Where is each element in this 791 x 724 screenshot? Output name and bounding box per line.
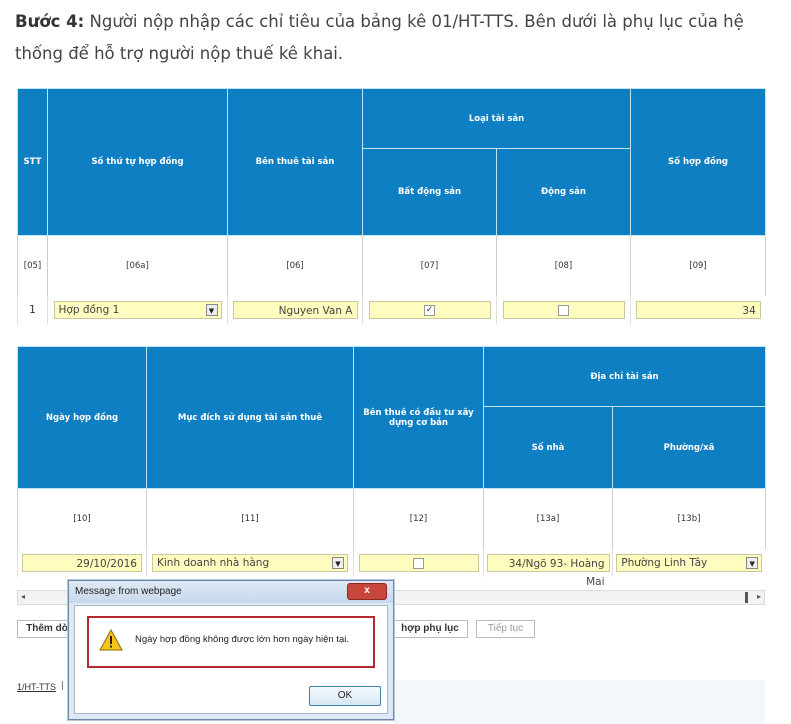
movable-checkbox-cell (502, 300, 625, 319)
chevron-down-icon[interactable]: ▼ (332, 556, 344, 569)
next-button[interactable]: Tiếp tục (476, 620, 535, 638)
warning-icon (99, 629, 123, 651)
appendix-button[interactable]: hợp phụ lục (392, 620, 468, 638)
scroll-thumb[interactable] (745, 592, 748, 603)
close-icon[interactable]: x (347, 583, 387, 600)
purpose-select[interactable]: Kinh doanh nhà hàng ▼ (152, 553, 348, 572)
col-lessee: Bên thuê tài sản (227, 88, 363, 236)
ok-button[interactable]: OK (309, 686, 381, 706)
col-contract-count: Số hợp đồng (630, 88, 767, 236)
dialog-titlebar: Message from webpage x (69, 581, 393, 603)
step-label: Bước 4: (15, 12, 85, 31)
step-text: Người nộp nhập các chỉ tiêu của bảng kê … (15, 12, 744, 63)
col-contract-number: Số thứ tự hợp đồng (47, 88, 228, 236)
col-ward: Phường/xã (612, 406, 766, 489)
footer-link[interactable]: 1/HT-TTS (17, 682, 56, 692)
col-house-number: Số nhà (483, 406, 613, 489)
real-estate-checkbox[interactable]: ✓ (424, 305, 435, 316)
dialog-title: Message from webpage (75, 586, 182, 597)
index-cell: [12] (353, 488, 484, 549)
ward-select[interactable]: Phường Linh Tây ▼ (616, 553, 763, 572)
message-dialog: Message from webpage x Ngày hợp đồng khô… (68, 580, 394, 720)
scroll-right-icon[interactable]: ▸ (757, 592, 761, 601)
chevron-down-icon[interactable]: ▼ (205, 303, 218, 316)
col-real-estate: Bất động sản (362, 148, 497, 236)
contract-detail-table: Ngày hợp đồng Mục đích sử dụng tài sản t… (17, 346, 766, 588)
dialog-body: Ngày hợp đồng không được lớn hơn ngày hi… (74, 605, 388, 714)
intro-paragraph: Bước 4: Người nộp nhập các chỉ tiêu của … (15, 6, 775, 70)
col-stt: STT (17, 88, 48, 236)
contract-count-input[interactable]: 34 (635, 300, 761, 319)
house-number-input[interactable]: 34/Ngõ 93- Hoàng Mai (486, 553, 610, 588)
contract-date-input[interactable]: 29/10/2016 (22, 553, 142, 572)
lessee-input[interactable]: Nguyen Van A (232, 300, 358, 319)
purpose-value: Kinh doanh nhà hàng (157, 556, 270, 569)
col-movable: Động sản (495, 148, 632, 236)
chevron-down-icon[interactable]: ▼ (746, 556, 759, 569)
index-cell: [05] (17, 235, 48, 296)
index-cell: [11] (146, 488, 354, 549)
index-cell: [06] (227, 235, 363, 296)
row-stt: 1 (17, 295, 48, 324)
real-estate-checkbox-cell: ✓ (368, 300, 491, 319)
index-cell: [13a] (483, 488, 613, 549)
table-row: 1 Hợp đồng 1 ▼ Nguyen Van A ✓ 34 (17, 295, 766, 324)
footer-bar (395, 680, 765, 724)
asset-table: STT Số thứ tự hợp đồng Bên thuê tài sản … (17, 88, 767, 324)
index-cell: [13b] (612, 488, 766, 549)
index-cell: [06a] (47, 235, 228, 296)
index-cell: [09] (630, 235, 767, 296)
footer-divider: | (61, 681, 65, 691)
index-cell: [07] (362, 235, 497, 296)
col-purpose: Mục đích sử dụng tài sản thuê (146, 346, 354, 489)
investment-checkbox-cell (358, 553, 479, 572)
contract-select[interactable]: Hợp đồng 1 ▼ (53, 300, 222, 319)
investment-checkbox[interactable] (413, 558, 424, 569)
index-cell: [08] (495, 235, 632, 296)
ward-value: Phường Linh Tây (621, 556, 708, 569)
col-asset-type: Loại tài sản (361, 88, 632, 149)
table-row: 29/10/2016 Kinh doanh nhà hàng ▼ 34/Ngõ 9… (17, 548, 766, 588)
dialog-message: Ngày hợp đồng không được lớn hơn ngày hi… (135, 634, 350, 645)
scroll-left-icon[interactable]: ◂ (21, 592, 25, 601)
contract-value: Hợp đồng 1 (58, 303, 120, 316)
message-highlight: Ngày hợp đồng không được lớn hơn ngày hi… (87, 616, 375, 668)
col-investment: Bên thuê có đầu tư xây dựng cơ bản (353, 346, 484, 489)
movable-checkbox[interactable] (558, 305, 569, 316)
col-contract-date: Ngày hợp đồng (17, 346, 147, 489)
index-cell: [10] (17, 488, 147, 549)
col-address: Địa chỉ tài sản (483, 346, 766, 407)
